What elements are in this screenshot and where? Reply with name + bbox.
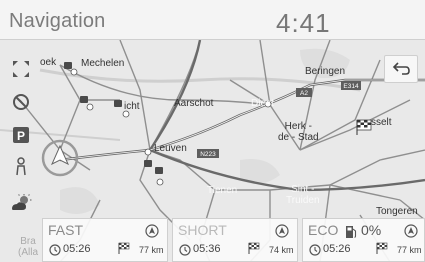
no-entry-icon <box>13 94 29 110</box>
clock-icon <box>179 244 191 256</box>
map-label-beringen: Beringen <box>305 66 346 77</box>
header-bar: Navigation 4:41 <box>0 0 425 40</box>
clock: 4:41 <box>276 8 331 38</box>
route-distance: 77 km <box>397 245 422 255</box>
route-name: ECO <box>308 222 339 238</box>
checkered-flag-icon <box>376 242 388 254</box>
person-icon <box>16 157 26 176</box>
map-label-oek: oek <box>40 57 57 68</box>
road-shield-a2: A2 <box>296 88 312 97</box>
route-time: 05:36 <box>193 243 221 255</box>
svg-text:A2: A2 <box>300 90 308 97</box>
parking-button[interactable]: P <box>8 122 34 148</box>
route-direction-icon <box>275 224 289 238</box>
eco-fuel-percent: 0% <box>361 222 382 238</box>
clock-icon <box>309 244 321 256</box>
route-time: 05:26 <box>323 243 351 255</box>
navigation-screen: A2 E314 N223 oek Mechelen icht Aarschot … <box>0 0 425 262</box>
expand-arrows-icon <box>13 61 29 77</box>
poi-person-button[interactable] <box>8 154 34 180</box>
map-label-sint-truiden: Sint - Truiden <box>286 184 320 206</box>
weather-icon <box>12 194 32 210</box>
parking-icon: P <box>13 127 29 143</box>
road-shield-n223: N223 <box>197 149 219 158</box>
route-distance: 74 km <box>269 245 294 255</box>
page-title: Navigation <box>9 10 106 32</box>
route-direction-icon <box>404 224 418 238</box>
checkered-flag-icon <box>248 242 260 254</box>
map-label-herk-line1: Herk - <box>284 121 312 132</box>
map-label-tongeren: Tongeren <box>376 206 418 217</box>
clock-icon <box>49 244 61 256</box>
route-option-short[interactable]: SHORT 05:36 74 km <box>172 218 298 262</box>
map-label-aarschot: Aarschot <box>174 98 214 109</box>
route-options-panel: FAST 05:26 77 km SHORT 05:36 74 km ECO 0… <box>42 218 425 262</box>
checkered-flag-icon <box>118 242 130 254</box>
map-label-tienen: Tienen <box>207 185 238 196</box>
map-label-leuven: Leuven <box>154 143 187 154</box>
map-label-icht: icht <box>124 101 140 112</box>
map-label-sint-line1: Sint - <box>291 184 315 195</box>
route-name: FAST <box>48 222 84 238</box>
route-direction-icon <box>145 224 159 238</box>
map-label-herk: Herk - de - Stad <box>278 121 319 143</box>
map-label-herk-line2: de - Stad <box>278 132 319 143</box>
map-label-mechelen: Mechelen <box>81 58 125 69</box>
avoid-button[interactable] <box>8 89 34 115</box>
route-option-fast[interactable]: FAST 05:26 77 km <box>42 218 168 262</box>
svg-text:E314: E314 <box>343 83 359 90</box>
route-distance: 77 km <box>139 245 164 255</box>
fullscreen-toggle-button[interactable] <box>8 56 34 82</box>
fuel-pump-icon <box>346 226 357 238</box>
weather-button[interactable] <box>8 190 34 216</box>
svg-text:P: P <box>17 129 25 143</box>
route-name: SHORT <box>178 222 227 238</box>
route-option-eco[interactable]: ECO 0% 05:26 77 km <box>302 218 425 262</box>
map-label-sselt: sselt <box>371 117 392 128</box>
left-toolbar: P <box>0 40 40 262</box>
svg-text:N223: N223 <box>200 151 216 158</box>
return-arrow-icon <box>392 62 410 75</box>
route-time: 05:26 <box>63 243 91 255</box>
map-label-sint-line2: Truiden <box>286 195 320 206</box>
back-button[interactable] <box>384 55 418 83</box>
road-shield-e314: E314 <box>341 81 361 90</box>
map-label-diest: Diest <box>251 98 274 109</box>
